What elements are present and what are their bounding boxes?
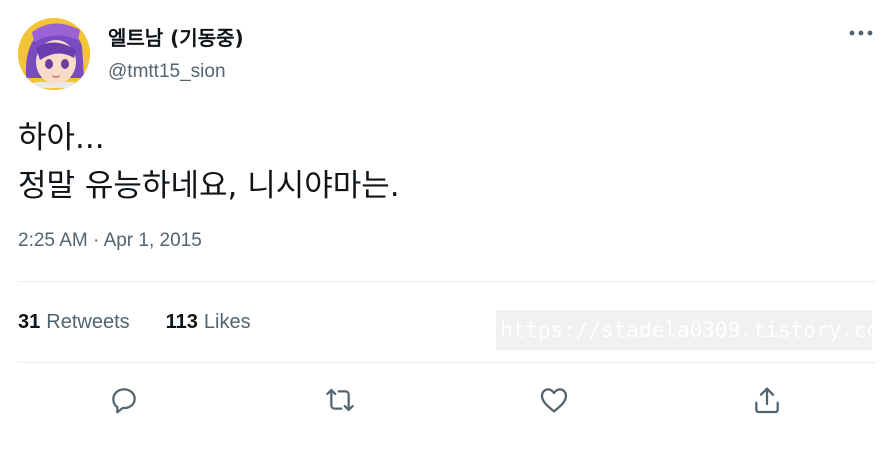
timestamp-separator: · [87, 230, 104, 251]
watermark: https://stadela0309.tistory.com [496, 310, 872, 350]
retweet-icon [326, 388, 354, 412]
likes-count: 113 [165, 311, 198, 333]
retweets-label: Retweets [46, 311, 130, 333]
likes-label: Likes [203, 311, 251, 333]
avatar[interactable] [18, 18, 90, 90]
avatar-image-icon [18, 18, 90, 90]
tweet-text: 하아... 정말 유능하네요, 니시야마는. [18, 114, 878, 210]
tweet-text-line: 하아... [18, 120, 105, 156]
display-name[interactable]: 엘트남 (기동중) [108, 22, 244, 51]
tweet-card: 엘트남 (기동중) @tmtt15_sion 하아... 정말 유능하네요, 니… [0, 0, 894, 454]
reply-icon [112, 388, 136, 414]
retweets-stat[interactable]: 31 Retweets [18, 311, 130, 334]
divider [18, 362, 876, 363]
likes-stat[interactable]: 113 Likes [166, 311, 251, 334]
reply-button[interactable] [106, 382, 142, 418]
heart-icon [540, 388, 568, 413]
tweet-timestamp: 2:25 AM · Apr 1, 2015 [18, 230, 202, 252]
retweet-button[interactable] [322, 382, 358, 418]
retweets-count: 31 [18, 311, 41, 333]
more-options-icon[interactable] [846, 22, 876, 44]
share-icon [755, 387, 779, 414]
tweet-date[interactable]: Apr 1, 2015 [104, 230, 202, 251]
tweet-stats: 31 Retweets 113 Likes [18, 311, 251, 334]
tweet-text-line: 정말 유능하네요, 니시야마는. [18, 168, 400, 204]
like-button[interactable] [536, 382, 572, 418]
user-handle[interactable]: @tmtt15_sion [108, 61, 226, 83]
divider [18, 281, 876, 282]
tweet-time[interactable]: 2:25 AM [18, 230, 88, 251]
share-button[interactable] [749, 382, 785, 418]
